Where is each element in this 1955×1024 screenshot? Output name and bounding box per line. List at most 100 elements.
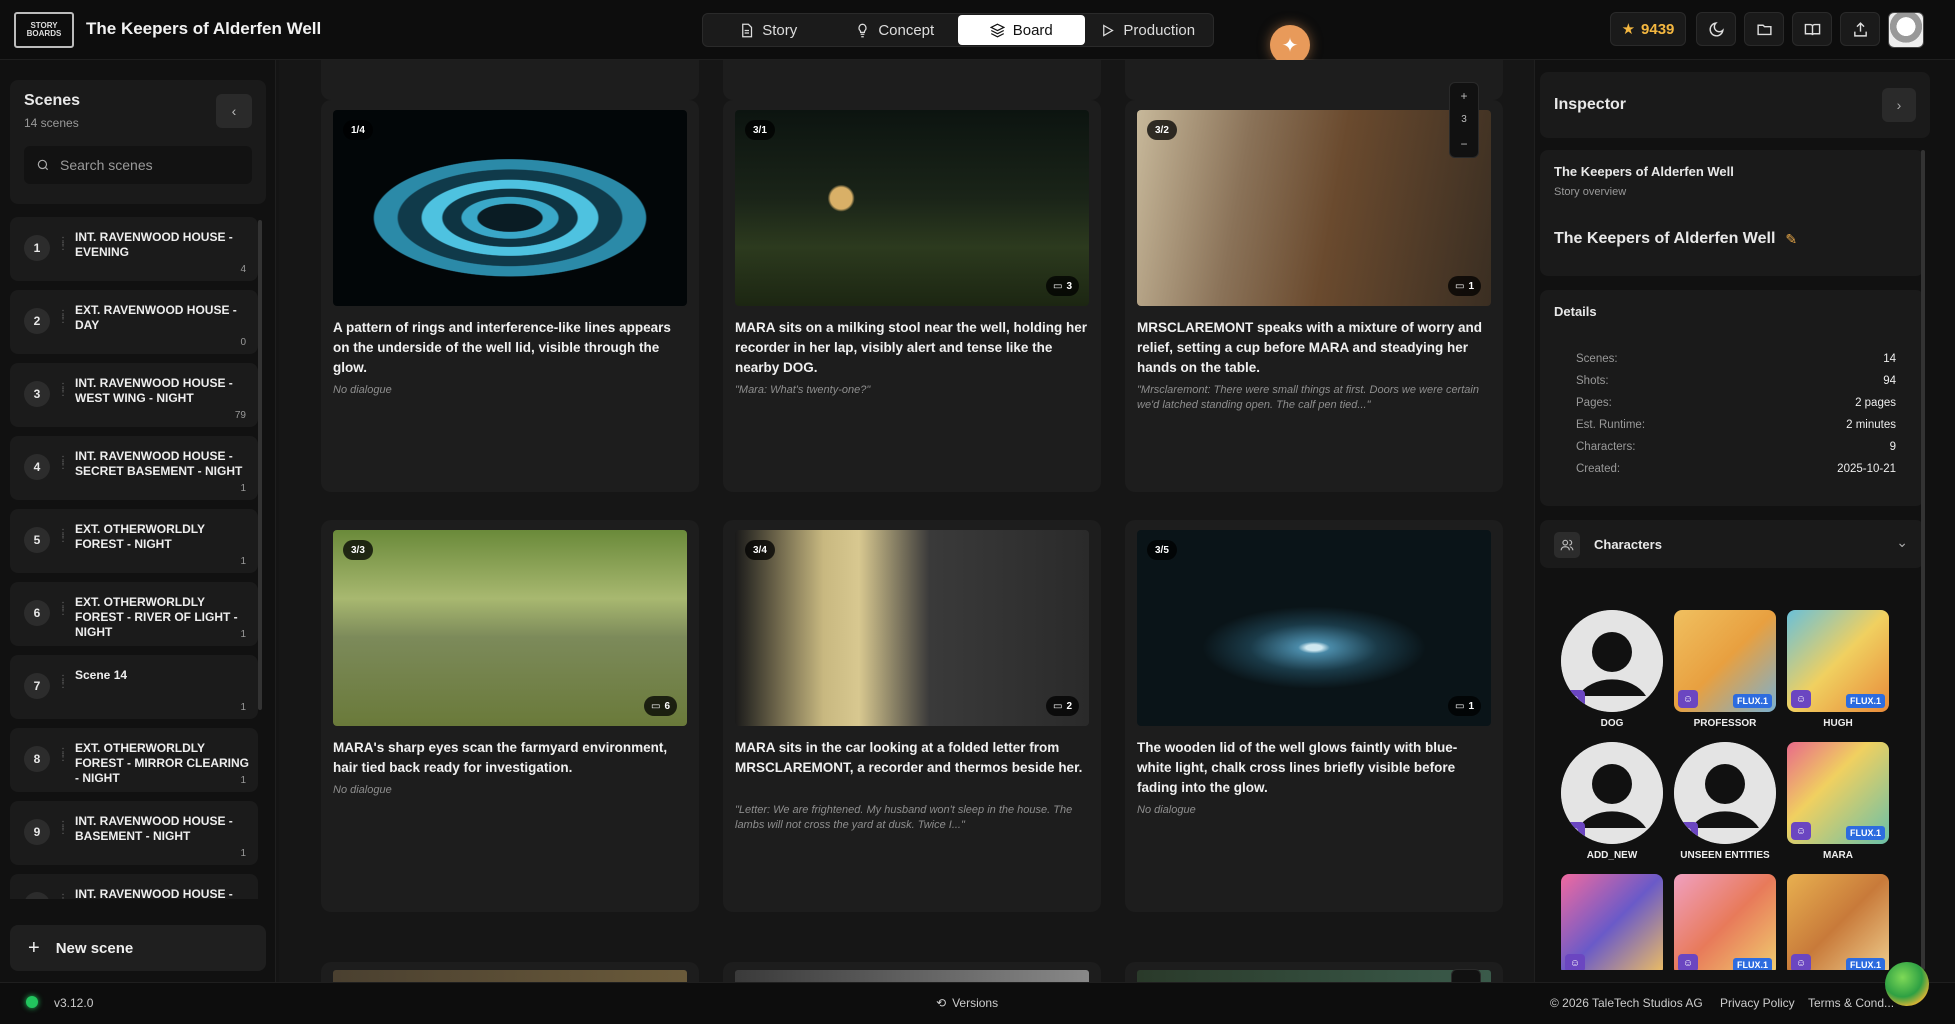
user-avatar[interactable] — [1888, 12, 1924, 48]
scene-number: 3 — [24, 381, 50, 407]
theme-toggle-button[interactable] — [1696, 12, 1736, 46]
shot-card[interactable]: 1/4 A pattern of rings and interference-l… — [321, 100, 699, 492]
scene-item[interactable]: 7 ⋮ ⋮ Scene 14 1 — [10, 655, 258, 719]
privacy-link[interactable]: Privacy Policy — [1720, 996, 1795, 1010]
shot-card-partial[interactable] — [321, 60, 699, 100]
tab-board[interactable]: Board — [958, 15, 1085, 45]
help-widget-button[interactable] — [1885, 962, 1929, 1006]
shot-image[interactable]: 3/2 ▭ 1 — [1137, 110, 1491, 306]
drag-handle-icon[interactable]: ⋮⋮ — [58, 456, 68, 472]
shot-card[interactable]: 3/4 ▭ 2 MARA sits in the car looking at a f… — [723, 520, 1101, 912]
versions-button[interactable]: ⟲ Versions — [936, 996, 998, 1010]
character-card[interactable]: ☺ UNSEEN ENTITIES — [1673, 742, 1777, 861]
character-card[interactable]: ☺ FLUX.1 PROFESSOR — [1673, 610, 1777, 729]
reader-button[interactable] — [1792, 12, 1832, 46]
scene-item[interactable]: 8 ⋮ ⋮ EXT. OTHERWORLDLY FOREST - MIRROR CLE… — [10, 728, 258, 792]
shot-card-partial[interactable] — [723, 60, 1101, 100]
shot-number-badge: 3/5 — [1147, 540, 1177, 560]
folder-icon — [1756, 24, 1772, 35]
drag-handle-icon[interactable]: ⋮⋮ — [58, 748, 68, 764]
character-card[interactable]: ☺ FLUX.1 — [1786, 874, 1890, 970]
zoom-out-button[interactable]: − — [1460, 137, 1467, 151]
collapse-inspector-button[interactable]: › — [1882, 88, 1916, 122]
new-scene-button[interactable]: + New scene — [10, 925, 266, 971]
share-button[interactable] — [1840, 12, 1880, 46]
shot-card[interactable]: 3/1 ▭ 3 MARA sits on a milking stool near t… — [723, 100, 1101, 492]
scene-item[interactable]: 9 ⋮ ⋮ INT. RAVENWOOD HOUSE - BASEMENT - NIG… — [10, 801, 258, 865]
search-input[interactable] — [60, 157, 230, 173]
character-card[interactable]: ☺ FLUX.1 HUGH — [1786, 610, 1890, 729]
character-card[interactable]: ☺ FLUX.1 — [1673, 874, 1777, 970]
details-panel: Details Scenes: 14 Shots: 94 Pages: 2 pages Es… — [1540, 290, 1924, 506]
story-name[interactable]: The Keepers of Alderfen Well ✎ — [1554, 230, 1797, 248]
scene-list-scrollbar[interactable] — [258, 220, 262, 710]
chevron-down-icon[interactable]: ⌄ — [1896, 534, 1908, 551]
collapse-sidebar-button[interactable]: ‹ — [216, 94, 252, 128]
scroll-down-button[interactable]: ⌄ — [1451, 969, 1481, 982]
inspector-scrollbar[interactable] — [1921, 150, 1925, 970]
character-portrait: ☺ — [1561, 610, 1663, 712]
drag-handle-icon[interactable]: ⋮⋮ — [58, 894, 68, 900]
projects-button[interactable] — [1744, 12, 1784, 46]
shot-card[interactable]: 3/3 ▭ 6 MARA's sharp eyes scan the farmyard… — [321, 520, 699, 912]
scene-number: 1 — [24, 235, 50, 261]
scene-item[interactable]: 1 ⋮ ⋮ INT. RAVENWOOD HOUSE - EVENING 4 — [10, 217, 258, 281]
credits-button[interactable]: ★ 9439 — [1610, 12, 1686, 46]
ai-assistant-button[interactable]: ✦ — [1270, 25, 1310, 65]
drag-handle-icon[interactable]: ⋮⋮ — [58, 310, 68, 326]
scene-item[interactable]: 2 ⋮ ⋮ EXT. RAVENWOOD HOUSE - DAY 0 — [10, 290, 258, 354]
detail-value: 9 — [1889, 441, 1896, 453]
character-card[interactable]: ☺ ADD_NEW — [1560, 742, 1664, 861]
scene-item[interactable]: 3 ⋮ ⋮ INT. RAVENWOOD HOUSE - WEST WING - NI… — [10, 363, 258, 427]
tab-concept[interactable]: Concept — [832, 15, 959, 45]
character-name: UNSEEN ENTITIES — [1680, 850, 1770, 861]
shot-image[interactable]: 3/1 ▭ 3 — [735, 110, 1089, 306]
overview-title: The Keepers of Alderfen Well — [1554, 164, 1734, 179]
scene-list: 1 ⋮ ⋮ INT. RAVENWOOD HOUSE - EVENING 4 2 ⋮ ⋮ EXT… — [10, 217, 258, 899]
drag-handle-icon[interactable]: ⋮⋮ — [58, 821, 68, 837]
character-card[interactable]: ☺ FLUX.1 MARA — [1786, 742, 1890, 861]
shot-card[interactable]: 3/5 ▭ 1 The wooden lid of the well glows fa… — [1125, 520, 1503, 912]
drag-handle-icon[interactable]: ⋮⋮ — [58, 675, 68, 691]
scene-item[interactable]: 4 ⋮ ⋮ INT. RAVENWOOD HOUSE - SECRET BASEMEN… — [10, 436, 258, 500]
drag-handle-icon[interactable]: ⋮⋮ — [58, 383, 68, 399]
shot-card[interactable]: 3/2 ▭ 1 MRSCLAREMONT speaks with a mixture … — [1125, 100, 1503, 492]
character-portrait: ☺ FLUX.1 — [1674, 610, 1776, 712]
shot-image[interactable]: 3/3 ▭ 6 — [333, 530, 687, 726]
terms-link[interactable]: Terms & Cond... — [1808, 996, 1894, 1010]
scene-title: EXT. RAVENWOOD HOUSE - DAY — [75, 303, 237, 332]
scene-item[interactable]: 6 ⋮ ⋮ EXT. OTHERWORLDLY FOREST - RIVER OF L… — [10, 582, 258, 646]
app-logo[interactable]: STORY BOARDS — [14, 12, 74, 48]
shot-card-partial[interactable] — [1125, 962, 1503, 982]
top-bar: STORY BOARDS The Keepers of Alderfen Wel… — [0, 0, 1955, 60]
drag-handle-icon[interactable]: ⋮⋮ — [58, 602, 68, 618]
scene-title: EXT. OTHERWORLDLY FOREST - NIGHT — [75, 522, 205, 551]
shot-dialogue: "Mara: What's twenty-one?" — [735, 384, 871, 396]
tab-story[interactable]: Story — [705, 15, 832, 45]
lightbulb-icon — [858, 23, 867, 37]
zoom-in-button[interactable]: + — [1460, 89, 1467, 103]
scene-item[interactable]: 5 ⋮ ⋮ EXT. OTHERWORLDLY FOREST - NIGHT 1 — [10, 509, 258, 573]
users-icon: ☺ — [1791, 690, 1811, 708]
tab-production[interactable]: Production — [1085, 15, 1212, 45]
scene-item[interactable]: 10 ⋮⋮ INT. RAVENWOOD HOUSE - LILA'S BEDROO… — [10, 874, 258, 899]
shot-image[interactable]: 1/4 — [333, 110, 687, 306]
scene-number: 2 — [24, 308, 50, 334]
shot-card-partial[interactable] — [1125, 60, 1503, 100]
character-card[interactable]: ☺ DOG — [1560, 610, 1664, 729]
characters-header[interactable]: Characters ⌄ — [1540, 520, 1924, 568]
character-grid: ☺ DOG ☺ FLUX.1 PROFESSOR ☺ FLUX.1 HUGH ☺ ADD_NEW ☺… — [1560, 610, 1904, 970]
pencil-icon[interactable]: ✎ — [1785, 231, 1797, 248]
character-card[interactable]: ☺ — [1560, 874, 1664, 970]
shot-card-partial[interactable] — [321, 962, 699, 982]
shot-image[interactable]: 3/5 ▭ 1 — [1137, 530, 1491, 726]
shot-card-partial[interactable] — [723, 962, 1101, 982]
scene-shot-count: 1 — [240, 483, 246, 494]
drag-handle-icon[interactable]: ⋮⋮ — [58, 237, 68, 253]
drag-handle-icon[interactable]: ⋮⋮ — [58, 529, 68, 545]
model-badge: FLUX.1 — [1845, 826, 1885, 840]
scene-title: INT. RAVENWOOD HOUSE - WEST WING - NIGHT — [75, 376, 233, 405]
shot-image[interactable]: 3/4 ▭ 2 — [735, 530, 1089, 726]
scene-title: EXT. OTHERWORLDLY FOREST - MIRROR CLEARI… — [75, 741, 249, 785]
camera-count: 1 — [1468, 700, 1474, 712]
